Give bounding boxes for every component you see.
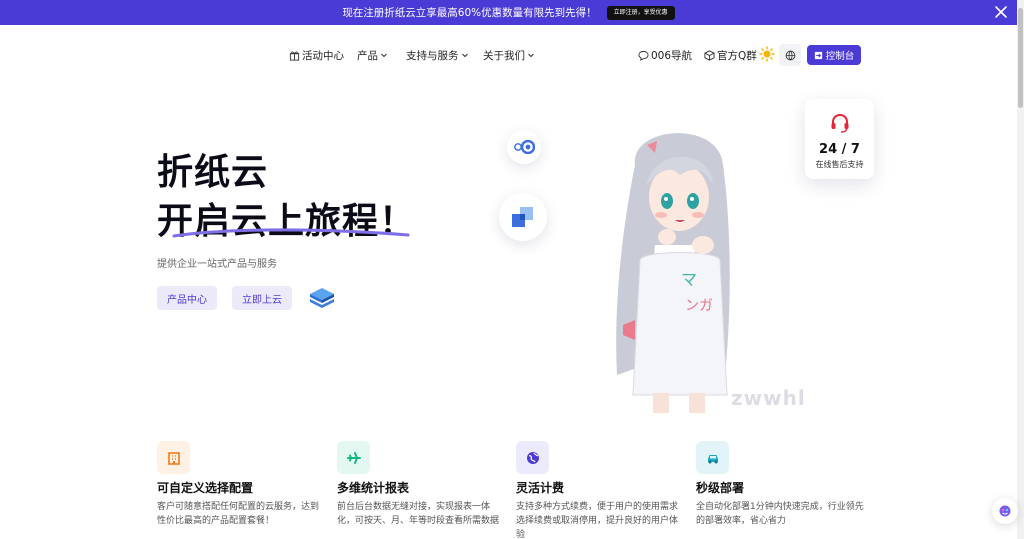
sun-icon[interactable] (759, 46, 775, 62)
language-button[interactable] (779, 44, 801, 66)
support-hours: 24 / 7 (819, 142, 860, 157)
feature-icon-box (516, 441, 549, 474)
feature-description: 客户可随意搭配任何配置的云服务，达到性价比最高的产品配置套餐！ (157, 502, 320, 526)
chat-widget-icon (999, 505, 1011, 517)
title-underline (172, 228, 410, 238)
floating-badge (499, 193, 547, 241)
mascot-illustration: マ ンガ (616, 133, 730, 413)
nav-item-label: 支持与服务 (406, 49, 459, 62)
feature-title: 多维统计报表 (337, 481, 410, 495)
nav-support-services[interactable]: 支持与服务 (406, 47, 469, 63)
nav-qq-label: 官方Q群 (717, 49, 757, 62)
promo-banner: 现在注册折纸云立享最高60%优惠数量有限先到先得！ 立即注册，享受优惠 (0, 0, 1017, 25)
plane-icon (346, 451, 361, 464)
hero-title-line1: 折纸云 (157, 152, 269, 193)
hero-subtitle: 提供企业一站式产品与服务 (157, 259, 277, 270)
globe-icon (526, 451, 539, 464)
feature-title: 可自定义选择配置 (157, 481, 254, 495)
feature-icon-box (157, 441, 190, 474)
nav-006-link[interactable]: 006导航 (638, 47, 692, 63)
page-scrollbar[interactable] (1017, 0, 1024, 539)
gift-icon (289, 50, 300, 61)
console-label: 控制台 (825, 51, 855, 62)
feature-description: 支持多种方式续费，便于用户的使用需求选择续费或取消停用，提升良好的用户体验 (516, 502, 679, 539)
close-icon[interactable] (993, 4, 1009, 20)
chevron-down-icon (461, 53, 468, 58)
cloud-sync-icon (514, 140, 535, 154)
support-label: 在线售后支持 (815, 160, 864, 169)
svg-text:ンガ: ンガ (685, 298, 713, 314)
server-stack-icon (310, 288, 334, 308)
nav-item-label: 关于我们 (483, 49, 525, 62)
nav-activity-center[interactable]: 活动中心 (289, 47, 344, 63)
promo-text: 现在注册折纸云立享最高60%优惠数量有限先到先得！ (342, 7, 597, 19)
chevron-down-icon (381, 53, 387, 58)
globe-icon (785, 50, 795, 60)
feature-description: 前台后台数据无缝对接，实现报表一体化，可按天、月、年等时段查看所需数据 (337, 502, 500, 526)
nav-qq-group-link[interactable]: 官方Q群 (704, 47, 757, 63)
nav-item-label: 产品 (357, 49, 378, 62)
scrollbar-thumb[interactable] (1018, 8, 1023, 108)
support-card: 24 / 7 在线售后支持 (805, 99, 874, 179)
chat-widget-button[interactable] (992, 498, 1018, 524)
nav-006-label: 006导航 (651, 49, 693, 62)
promo-register-button[interactable]: 立即注册，享受优惠 (606, 5, 675, 20)
chat-bubble-icon (638, 50, 649, 61)
go-cloud-button[interactable]: 立即上云 (232, 286, 292, 310)
nav-item-label: 活动中心 (302, 49, 344, 62)
building-icon (167, 451, 180, 465)
floating-badge (507, 130, 541, 164)
feature-icon-box (696, 441, 729, 474)
chevron-down-icon (528, 53, 534, 58)
feature-description: 全自动化部署1分钟内快速完成，行业领先的部署效率，省心省力 (696, 502, 864, 526)
feature-title: 秒级部署 (696, 481, 745, 495)
blocks-icon (512, 207, 533, 227)
watermark-text: zwwhl (731, 386, 806, 410)
feature-icon-box (337, 441, 370, 474)
nav-products[interactable]: 产品 (357, 47, 388, 63)
feature-title: 灵活计费 (516, 481, 565, 495)
svg-text:マ: マ (681, 270, 697, 289)
car-icon (707, 454, 718, 463)
login-arrow-icon (814, 51, 822, 59)
product-center-button[interactable]: 产品中心 (157, 286, 217, 310)
nav-about-us[interactable]: 关于我们 (483, 47, 535, 63)
cube-icon (704, 49, 715, 61)
console-button[interactable]: 控制台 (807, 45, 861, 65)
headset-icon (831, 113, 849, 133)
